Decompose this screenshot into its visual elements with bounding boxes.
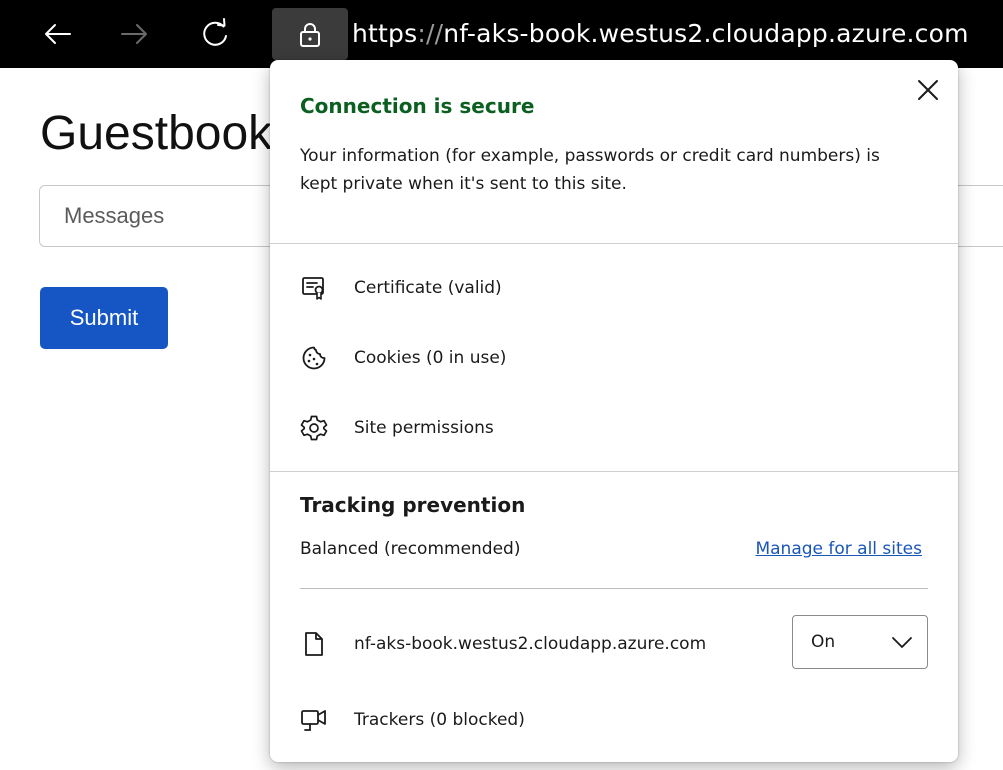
- refresh-icon: [203, 18, 227, 46]
- site-info-button[interactable]: [272, 8, 348, 60]
- certificate-item[interactable]: Certificate (valid): [300, 268, 502, 308]
- close-button[interactable]: [914, 76, 942, 104]
- refresh-button[interactable]: [196, 14, 236, 54]
- manage-for-all-sites-link[interactable]: Manage for all sites: [755, 539, 922, 559]
- site-info-flyout: Connection is secure Your information (f…: [270, 60, 958, 762]
- browser-toolbar: https://nf-aks-book.westus2.cloudapp.azu…: [0, 0, 1003, 68]
- close-icon: [918, 80, 938, 100]
- cookies-item[interactable]: Cookies (0 in use): [300, 338, 506, 378]
- forward-arrow-icon: [121, 24, 147, 44]
- cookie-icon: [300, 344, 328, 372]
- divider: [270, 243, 958, 244]
- back-arrow-icon: [45, 24, 71, 44]
- site-permissions-item[interactable]: Site permissions: [300, 408, 494, 448]
- back-button[interactable]: [38, 14, 78, 54]
- tracking-prevention-title: Tracking prevention: [300, 493, 526, 517]
- connection-description: Your information (for example, passwords…: [300, 146, 880, 194]
- trackers-item[interactable]: Trackers (0 blocked): [300, 700, 525, 740]
- page-icon: [300, 630, 328, 658]
- trackers-icon: [300, 706, 328, 734]
- site-host-label: nf-aks-book.westus2.cloudapp.azure.com: [354, 634, 707, 654]
- url-host: nf-aks-book.westus2.cloudapp.azure.com: [443, 19, 969, 48]
- lock-icon: [300, 23, 320, 47]
- url-separator: ://: [417, 19, 444, 48]
- tracking-toggle-select[interactable]: On: [792, 615, 928, 669]
- divider: [270, 471, 958, 472]
- page-title: Guestbook: [40, 107, 273, 160]
- forward-button[interactable]: [114, 14, 154, 54]
- connection-status-title: Connection is secure: [300, 94, 535, 118]
- divider: [300, 588, 928, 589]
- chevron-down-icon: [892, 637, 912, 648]
- tracking-mode: Balanced (recommended): [300, 539, 521, 559]
- gear-icon: [300, 414, 328, 442]
- certificate-label: Certificate (valid): [354, 278, 502, 298]
- trackers-label: Trackers (0 blocked): [354, 710, 525, 730]
- site-permissions-label: Site permissions: [354, 418, 494, 438]
- cookies-label: Cookies (0 in use): [354, 348, 507, 368]
- address-bar[interactable]: https://nf-aks-book.westus2.cloudapp.azu…: [352, 14, 969, 54]
- tracking-setting-value: On: [811, 632, 836, 652]
- url-scheme: https: [352, 19, 418, 48]
- submit-button[interactable]: Submit: [40, 287, 168, 349]
- certificate-icon: [300, 274, 328, 302]
- site-tracking-row: nf-aks-book.westus2.cloudapp.azure.com: [300, 616, 706, 672]
